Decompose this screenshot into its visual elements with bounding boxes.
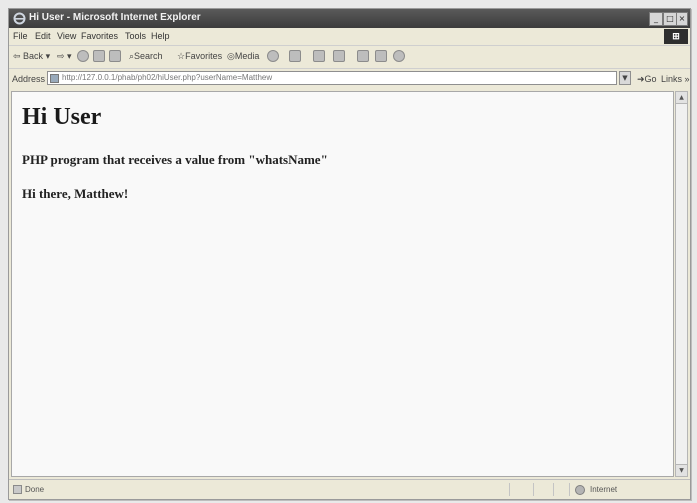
- standard-toolbar: ⇦ Back ▾ ⇨ ▾ ⌕Search ☆Favorites ◎Media: [9, 46, 690, 69]
- status-divider: [509, 483, 510, 496]
- page-heading: Hi User: [22, 104, 102, 130]
- scroll-down-icon[interactable]: ▼: [676, 464, 687, 476]
- discuss-icon[interactable]: [357, 50, 369, 62]
- scroll-up-icon[interactable]: ▲: [676, 92, 687, 104]
- menu-help[interactable]: Help: [151, 31, 170, 41]
- maximize-button[interactable]: □: [663, 12, 677, 26]
- favorites-button[interactable]: ☆Favorites: [177, 51, 222, 62]
- search-button[interactable]: ⌕Search: [129, 51, 163, 62]
- window-title: Hi User - Microsoft Internet Explorer: [29, 12, 201, 23]
- research-icon[interactable]: [375, 50, 387, 62]
- status-divider: [533, 483, 534, 496]
- history-icon[interactable]: [267, 50, 279, 62]
- address-url: http://127.0.0.1/phab/ph02/hiUser.php?us…: [62, 73, 273, 82]
- page-done-icon: [13, 485, 22, 494]
- forward-button[interactable]: ⇨ ▾: [57, 51, 72, 62]
- windows-logo-icon: ⊞: [664, 29, 688, 44]
- print-icon[interactable]: [313, 50, 325, 62]
- status-divider: [569, 483, 570, 496]
- status-bar: Done Internet: [9, 479, 690, 499]
- stop-icon[interactable]: [77, 50, 89, 62]
- menu-favorites[interactable]: Favorites: [81, 31, 118, 41]
- home-icon[interactable]: [109, 50, 121, 62]
- edit-icon[interactable]: [333, 50, 345, 62]
- greeting-text: Hi there, Matthew!: [22, 186, 129, 201]
- page-content: Hi User PHP program that receives a valu…: [11, 91, 674, 477]
- media-button[interactable]: ◎Media: [227, 51, 259, 62]
- address-field[interactable]: http://127.0.0.1/phab/ph02/hiUser.php?us…: [47, 71, 617, 85]
- links-label: Links: [661, 74, 683, 84]
- vertical-scrollbar[interactable]: ▲ ▼: [675, 91, 688, 477]
- menu-tools[interactable]: Tools: [125, 31, 146, 41]
- address-bar: Address http://127.0.0.1/phab/ph02/hiUse…: [9, 69, 690, 89]
- page-subheading: PHP program that receives a value from "…: [22, 152, 328, 167]
- mail-icon[interactable]: [289, 50, 301, 62]
- internet-explorer-icon: [13, 12, 26, 25]
- search-label: Search: [134, 51, 163, 61]
- browser-window: Hi User - Microsoft Internet Explorer _ …: [8, 8, 691, 500]
- title-bar: Hi User - Microsoft Internet Explorer _ …: [9, 9, 690, 28]
- refresh-icon[interactable]: [93, 50, 105, 62]
- address-dropdown-icon[interactable]: ▼: [619, 71, 631, 85]
- status-zone: Internet: [590, 485, 618, 494]
- close-button[interactable]: ×: [676, 12, 688, 26]
- status-divider: [553, 483, 554, 496]
- page-icon: [50, 74, 59, 83]
- back-button[interactable]: ⇦ Back ▾: [13, 51, 50, 62]
- favorites-label: Favorites: [185, 51, 223, 61]
- media-label: Media: [234, 51, 260, 61]
- menu-bar: File Edit View Favorites Tools Help ⊞: [9, 28, 690, 46]
- menu-view[interactable]: View: [57, 31, 76, 41]
- go-label: Go: [644, 74, 657, 84]
- minimize-button[interactable]: _: [649, 12, 663, 26]
- menu-file[interactable]: File: [13, 31, 28, 41]
- go-button[interactable]: ➜Go: [637, 74, 657, 85]
- menu-edit[interactable]: Edit: [35, 31, 51, 41]
- links-button[interactable]: Links »: [661, 74, 690, 84]
- status-text: Done: [25, 485, 45, 494]
- messenger-icon[interactable]: [393, 50, 405, 62]
- internet-zone-icon: [575, 485, 585, 495]
- address-label: Address: [12, 74, 46, 84]
- back-label: Back: [23, 51, 44, 61]
